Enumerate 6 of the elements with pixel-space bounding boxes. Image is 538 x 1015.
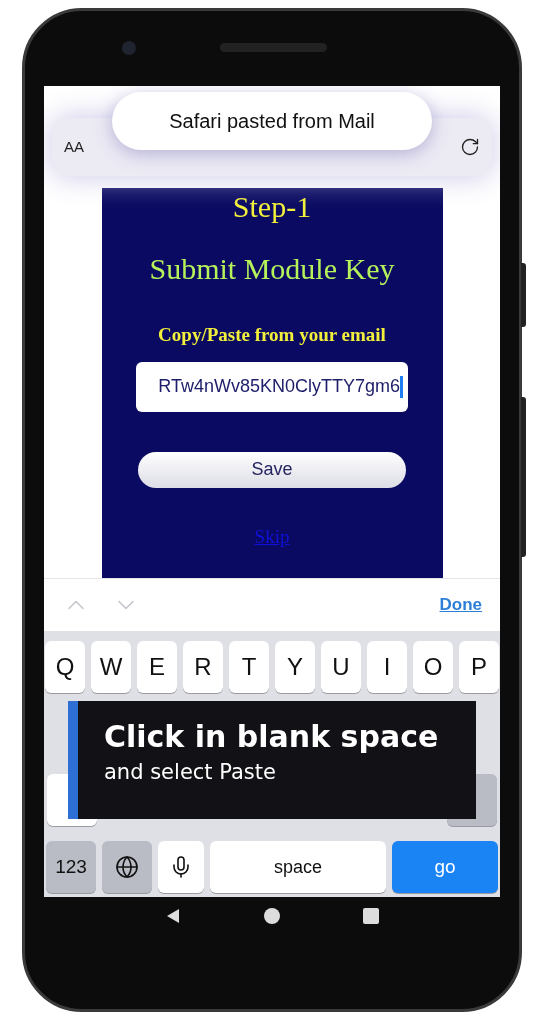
callout-title: Click in blank space [104, 719, 440, 754]
step-title: Step-1 [232, 189, 312, 224]
instruction-text: Copy/Paste from your email [158, 323, 386, 346]
page-heading: Submit Module Key [149, 251, 395, 286]
paste-notification: Safari pasted from Mail [112, 92, 432, 150]
callout-subtitle: and select Paste [104, 760, 277, 784]
